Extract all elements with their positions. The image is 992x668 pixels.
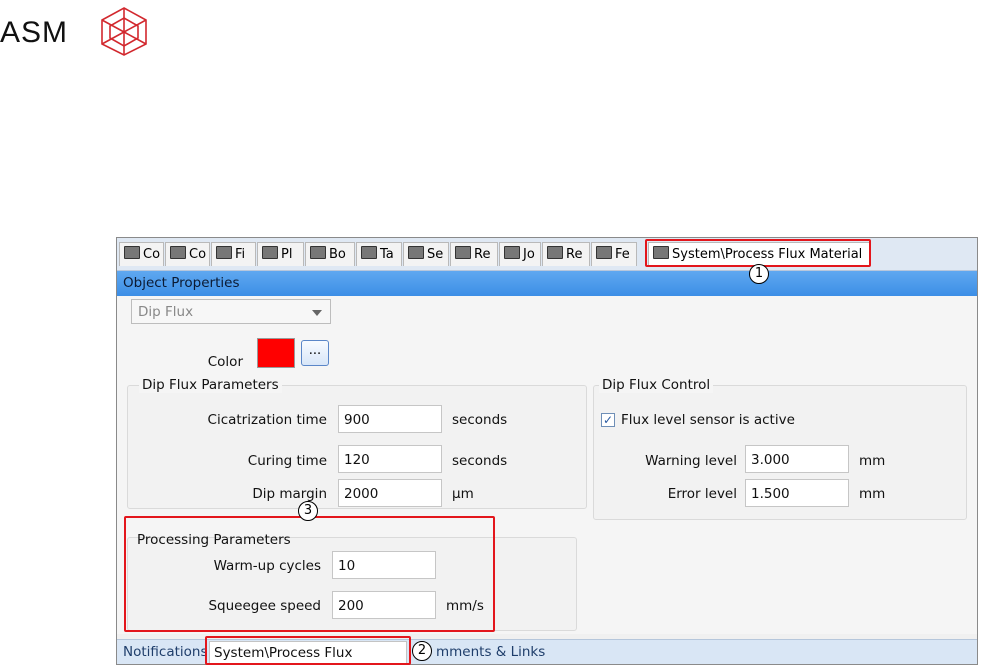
recipe-icon [455,246,471,259]
highlight-box-1 [645,239,871,267]
dip-flux-parameters-title: Dip Flux Parameters [139,377,282,393]
highlight-box-3 [124,516,495,632]
asm-logo-icon [101,7,147,56]
error-level-input[interactable]: 1.500 [745,479,849,507]
cicatrization-time-unit: seconds [452,412,508,428]
error-level-unit: mm [859,486,886,502]
dip-margin-label: Dip margin [252,486,327,502]
dip-margin-input[interactable]: 2000 [338,479,442,507]
placement-icon [262,246,278,259]
curing-time-input[interactable]: 120 [338,445,442,473]
error-level-label: Error level [667,486,737,502]
component-shape-icon [170,246,186,259]
color-swatch[interactable] [257,338,295,368]
job-icon [504,246,520,259]
cicatrization-time-label: Cicatrization time [207,412,327,428]
feeder-icon [596,246,612,259]
highlight-box-2 [205,636,411,665]
rejected-icon [547,246,563,259]
tab-table[interactable]: Ta [356,242,402,266]
warning-level-label: Warning level [645,453,737,469]
flux-level-sensor-label: Flux level sensor is active [621,412,795,428]
tab-rejected[interactable]: Re [542,242,590,266]
callout-2: 2 [412,641,432,661]
dip-flux-control-title: Dip Flux Control [599,377,714,393]
tab-fiducial[interactable]: Fi [211,242,256,266]
component-icon [124,246,140,259]
tab-comments-links[interactable]: mments & Links [436,640,545,664]
tab-component[interactable]: Co [119,242,164,266]
tab-job[interactable]: Jo [499,242,541,266]
callout-1: 1 [749,264,769,284]
object-properties-header: Object Properties [117,271,977,296]
tab-notifications[interactable]: Notifications [123,640,208,664]
tab-setup[interactable]: Se [403,242,449,266]
tab-component-shape[interactable]: Co [165,242,210,266]
material-type-dropdown[interactable]: Dip Flux [131,299,331,324]
callout-3: 3 [298,501,318,521]
setup-icon [408,246,424,259]
flux-level-sensor-checkbox[interactable]: ✓ [601,413,615,427]
curing-time-label: Curing time [247,453,327,469]
tab-board[interactable]: Bo [305,242,355,266]
asm-logo-text: ASM [0,16,69,49]
tab-placement[interactable]: Pl [257,242,304,266]
fiducial-icon [216,246,232,259]
color-label: Color [207,354,243,370]
cicatrization-time-input[interactable]: 900 [338,405,442,433]
warning-level-unit: mm [859,453,886,469]
color-picker-button[interactable]: ... [301,340,329,366]
warning-level-input[interactable]: 3.000 [745,445,849,473]
chevron-down-icon [312,310,322,316]
dip-margin-unit: µm [452,486,474,502]
tab-feeder[interactable]: Fe [591,242,637,266]
table-icon [361,246,377,259]
tab-recipe[interactable]: Re [450,242,498,266]
board-icon [310,246,326,259]
curing-time-unit: seconds [452,453,508,469]
